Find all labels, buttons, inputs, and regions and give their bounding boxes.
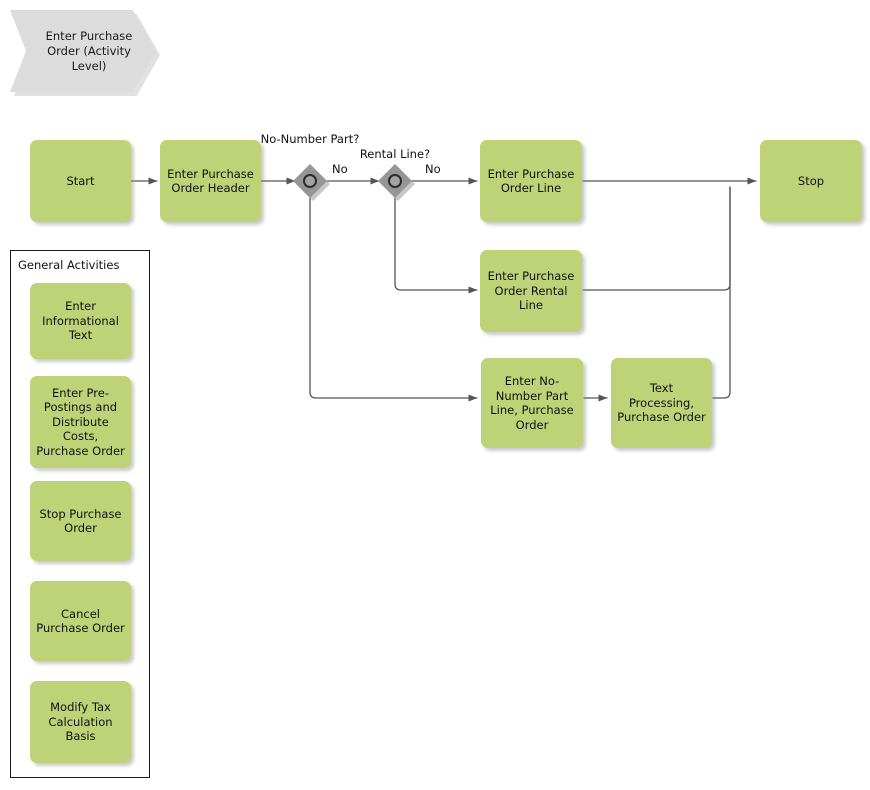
node-enter-no-number-part-line-label: Enter No-Number Part Line, Purchase Orde… xyxy=(490,374,574,432)
gateway-rental-line[interactable] xyxy=(378,164,415,201)
node-enter-informational-text[interactable]: Enter Informational Text xyxy=(30,283,131,359)
node-stop[interactable]: Stop xyxy=(760,140,862,222)
node-stop-purchase-order[interactable]: Stop Purchase Order xyxy=(30,481,131,561)
edge-text-processing-to-merge xyxy=(712,186,731,399)
node-enter-purchase-order-header-label: Enter Purchase Order Header xyxy=(167,166,254,196)
node-enter-no-number-part-line[interactable]: Enter No-Number Part Line, Purchase Orde… xyxy=(481,358,583,448)
activity-title-chevron: Enter Purchase Order (Activity Level) xyxy=(10,10,156,92)
gateway-decision-ring-icon xyxy=(388,174,402,188)
group-general-activities-title: General Activities xyxy=(18,258,120,272)
node-enter-informational-text-label: Enter Informational Text xyxy=(42,299,119,343)
gateway-rental-line-title: Rental Line? xyxy=(359,147,431,161)
node-enter-purchase-order-rental-line[interactable]: Enter Purchase Order Rental Line xyxy=(480,250,582,332)
diagram-canvas: Enter Purchase Order (Activity Level) St… xyxy=(0,0,870,790)
node-enter-purchase-order-header[interactable]: Enter Purchase Order Header xyxy=(160,140,261,222)
node-enter-pre-postings-label: Enter Pre-Postings and Distribute Costs,… xyxy=(36,385,125,458)
node-text-processing-purchase-order[interactable]: Text Processing, Purchase Order xyxy=(611,358,712,448)
node-stop-purchase-order-label: Stop Purchase Order xyxy=(39,506,122,536)
node-enter-purchase-order-line-label: Enter Purchase Order Line xyxy=(487,166,575,196)
node-stop-label: Stop xyxy=(797,173,825,188)
node-enter-purchase-order-rental-line-label: Enter Purchase Order Rental Line xyxy=(487,269,575,313)
gateway-no-number-part-title: No-Number Part? xyxy=(260,132,360,146)
edge-rental-line-to-merge xyxy=(582,186,731,291)
node-start-label: Start xyxy=(66,173,95,188)
edge-gw2-to-rental-line xyxy=(394,197,478,294)
node-start[interactable]: Start xyxy=(30,140,131,222)
activity-title-shape: Enter Purchase Order (Activity Level) xyxy=(10,10,160,96)
gateway-decision-ring-icon xyxy=(303,174,317,188)
node-cancel-purchase-order-label: Cancel Purchase Order xyxy=(36,606,125,636)
edge-gw1-to-no-number-line xyxy=(309,197,478,402)
edge-label-rental-line-no: No xyxy=(425,162,441,176)
page-title: Enter Purchase Order (Activity Level) xyxy=(45,28,133,73)
node-enter-pre-postings[interactable]: Enter Pre-Postings and Distribute Costs,… xyxy=(30,376,131,468)
gateway-no-number-part[interactable] xyxy=(293,164,330,201)
edge-label-no-number-part-no: No xyxy=(332,162,348,176)
node-cancel-purchase-order[interactable]: Cancel Purchase Order xyxy=(30,581,131,661)
node-modify-tax-calculation-basis-label: Modify Tax Calculation Basis xyxy=(48,700,113,744)
node-enter-purchase-order-line[interactable]: Enter Purchase Order Line xyxy=(480,140,582,222)
node-text-processing-purchase-order-label: Text Processing, Purchase Order xyxy=(617,381,706,425)
node-modify-tax-calculation-basis[interactable]: Modify Tax Calculation Basis xyxy=(30,681,131,763)
